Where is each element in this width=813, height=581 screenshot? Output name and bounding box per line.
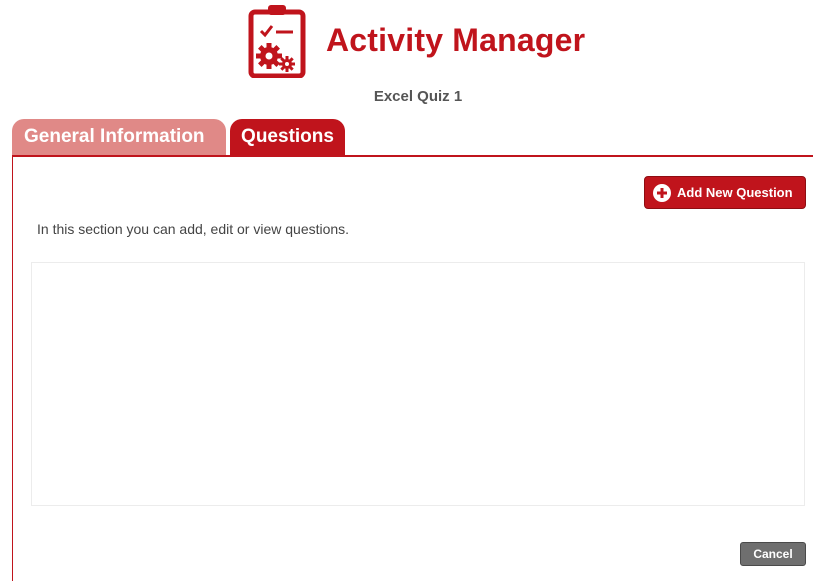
questions-list-panel [31, 262, 805, 506]
tab-general-information[interactable]: General Information [12, 119, 226, 156]
tab-underline [12, 155, 813, 157]
app-title: Activity Manager [326, 22, 586, 58]
add-new-question-button[interactable]: Add New Question [644, 176, 806, 209]
content-border [12, 155, 13, 581]
activity-manager-page: Activity Manager Excel Quiz 1 General In… [0, 0, 813, 581]
activity-name: Excel Quiz 1 [373, 88, 463, 105]
tab-questions[interactable]: Questions [230, 119, 345, 156]
clipboard-gear-icon [248, 5, 306, 78]
add-new-question-label: Add New Question [677, 185, 793, 200]
cancel-button[interactable]: Cancel [740, 542, 806, 566]
plus-circle-icon [653, 184, 671, 202]
header: Activity Manager [0, 0, 813, 85]
section-description: In this section you can add, edit or vie… [37, 221, 350, 237]
